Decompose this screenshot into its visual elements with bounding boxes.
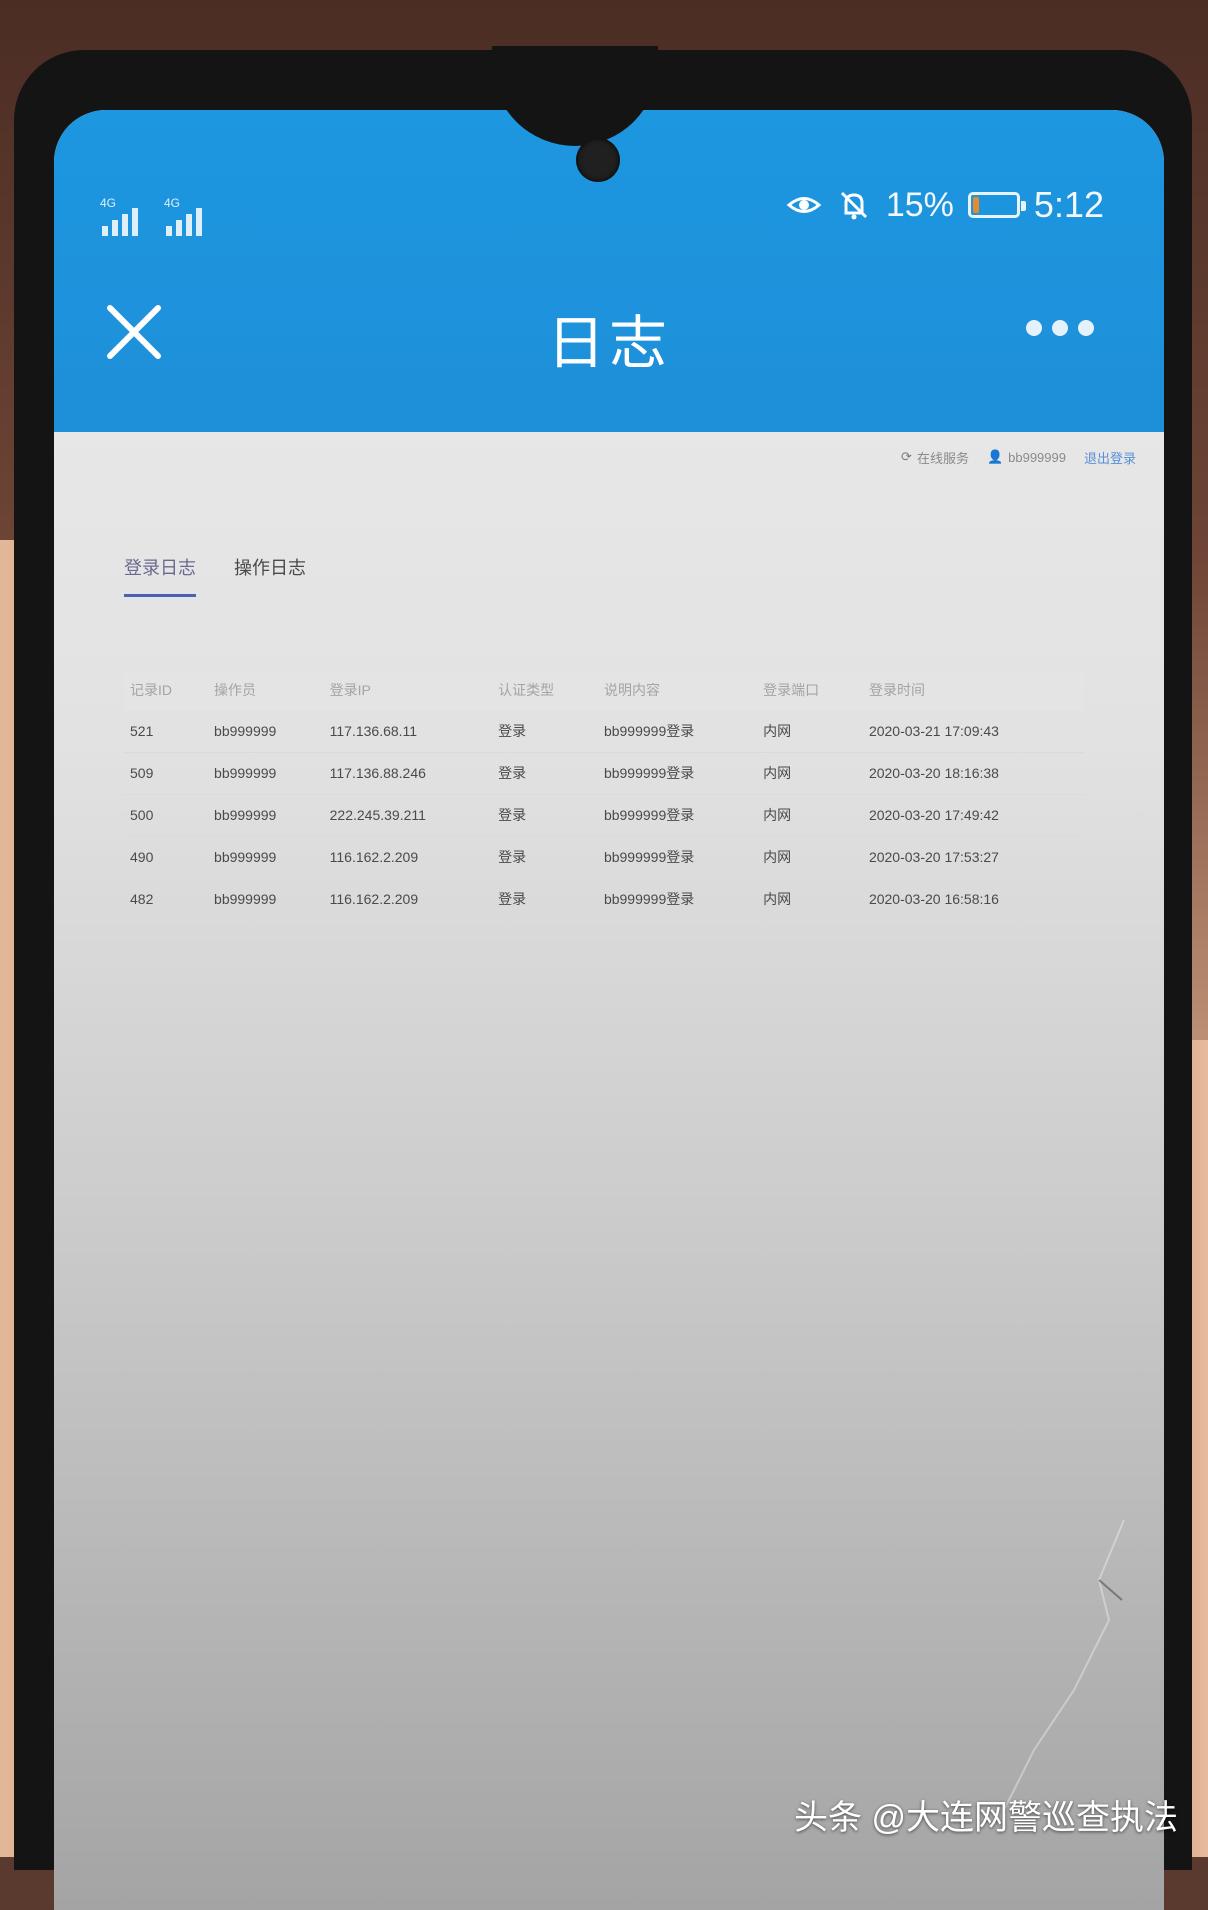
table-cell: bb999999 (214, 891, 277, 907)
column-header[interactable]: 登录时间 (862, 670, 1084, 710)
table-cell: 登录 (498, 849, 527, 865)
phone-frame: 4G 4G 15% 5:12 日志 ⟳ 在线服务 👤 bb999999 退出登录… (14, 46, 1192, 1910)
clock: 5:12 (1033, 184, 1104, 225)
table-cell: 222.245.39.211 (329, 807, 426, 823)
table-cell: 登录 (498, 891, 527, 907)
table-cell: 2020-03-20 18:16:38 (868, 765, 999, 781)
table-cell: 116.162.2.209 (329, 891, 419, 907)
screen-crack (1003, 1519, 1125, 1810)
refresh-icon: ⟳ (901, 449, 912, 464)
table-cell: 490 (130, 849, 154, 865)
table-cell: 117.136.68.11 (329, 722, 418, 739)
table-cell: bb999999登录 (603, 807, 695, 823)
table-cell: bb999999登录 (603, 765, 695, 781)
table-cell: 509 (130, 765, 154, 781)
login-log-table: 记录ID 操作员 登录IP 认证类型 说明内容 登录端口 登录时间 521 bb… (124, 670, 1084, 921)
table-cell: 登录 (498, 807, 527, 823)
battery-level-fill (972, 197, 979, 213)
tab-operation-log[interactable]: 操作日志 (234, 554, 306, 597)
table-row[interactable]: 509 bb999999 117.136.88.246 登录 bb999999登… (124, 752, 1084, 794)
column-header[interactable]: 记录ID (124, 670, 209, 710)
column-header[interactable]: 登录IP (323, 670, 493, 710)
online-service-link[interactable]: ⟳ 在线服务 (901, 448, 969, 467)
table-cell: 482 (130, 891, 154, 907)
front-camera (576, 138, 620, 182)
table-cell: 内网 (763, 722, 792, 739)
user-icon: 👤 (986, 449, 1004, 464)
signal-icon: 4G (100, 196, 150, 236)
table-cell: 登录 (498, 765, 527, 781)
column-header[interactable]: 操作员 (208, 670, 324, 710)
table-row[interactable]: 482 bb999999 116.162.2.209 登录 bb999999登录… (124, 878, 1084, 920)
table-cell: 2020-03-20 17:53:27 (868, 849, 999, 865)
bell-off-icon (840, 191, 867, 220)
battery-icon (967, 192, 1026, 218)
table-cell: 内网 (763, 891, 792, 907)
column-header[interactable]: 登录端口 (757, 670, 863, 710)
page-topbar: ⟳ 在线服务 👤 bb999999 退出登录 (901, 445, 1136, 469)
tab-bar: 登录日志 操作日志 (124, 554, 306, 597)
table-header-row: 记录ID 操作员 登录IP 认证类型 说明内容 登录端口 登录时间 (124, 670, 1084, 710)
table-cell: bb999999登录 (603, 849, 695, 865)
column-header[interactable]: 认证类型 (492, 670, 598, 710)
watermark: 头条 @大连网警巡查执法 (794, 1799, 1178, 1837)
table-cell: bb999999登录 (603, 722, 695, 739)
table-cell: bb999999登录 (603, 891, 695, 907)
table-cell: bb999999 (214, 765, 277, 781)
more-dot (1026, 320, 1042, 336)
user-label: bb999999 (1008, 449, 1066, 465)
table-row[interactable]: 490 bb999999 116.162.2.209 登录 bb999999登录… (124, 836, 1084, 878)
table-cell: bb999999 (214, 722, 277, 739)
table-cell: 521 (130, 722, 154, 739)
phone-screen: 4G 4G 15% 5:12 日志 ⟳ 在线服务 👤 bb999999 退出登录… (54, 110, 1164, 1910)
more-dot (1078, 320, 1094, 336)
eye-icon (786, 197, 822, 213)
page-title: 日志 (546, 311, 671, 376)
logout-link[interactable]: 退出登录 (1084, 448, 1136, 467)
table-cell: 2020-03-20 16:58:16 (868, 891, 999, 907)
signal-icon: 4G (164, 196, 214, 236)
online-service-label: 在线服务 (916, 450, 969, 466)
table-cell: 500 (130, 807, 154, 823)
table-cell: 内网 (763, 765, 792, 781)
table-row[interactable]: 521 bb999999 117.136.68.11 登录 bb999999登录… (124, 710, 1084, 752)
more-dots-icon[interactable] (1026, 308, 1116, 348)
status-right: 15% 5:12 (786, 180, 1104, 230)
tab-login-log[interactable]: 登录日志 (124, 554, 196, 597)
more-dot (1052, 320, 1068, 336)
table-cell: 内网 (763, 849, 792, 865)
column-header[interactable]: 说明内容 (597, 670, 758, 710)
close-icon[interactable] (94, 292, 174, 372)
table-cell: bb999999 (214, 849, 277, 865)
nav-bar: 日志 (54, 280, 1164, 400)
table-row[interactable]: 500 bb999999 222.245.39.211 登录 bb999999登… (124, 794, 1084, 836)
table-cell: 2020-03-21 17:09:43 (868, 722, 999, 739)
table-cell: 116.162.2.209 (329, 849, 419, 865)
table-cell: bb999999 (214, 807, 277, 823)
table-cell: 117.136.88.246 (329, 765, 426, 781)
table-cell: 2020-03-20 17:49:42 (868, 807, 999, 823)
table-cell: 登录 (498, 722, 527, 739)
table-cell: 内网 (763, 807, 792, 823)
battery-percent: 15% (885, 185, 954, 224)
user-menu[interactable]: 👤 bb999999 (987, 449, 1066, 465)
